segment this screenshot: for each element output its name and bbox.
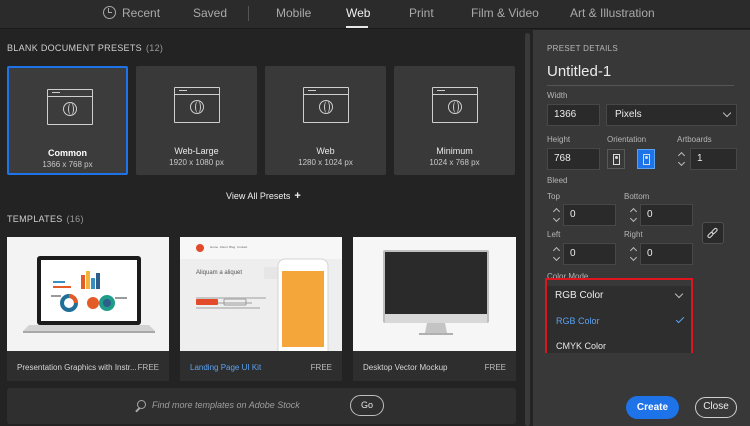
search-icon [137, 400, 146, 409]
active-tab-indicator [346, 26, 368, 28]
tab-saved[interactable]: Saved [193, 6, 227, 20]
preset-size: 1920 x 1080 px [169, 158, 224, 167]
orientation-label: Orientation [607, 135, 647, 144]
template-thumbnail [353, 237, 516, 351]
template-card-landing-page[interactable]: Home About Blog Contact Aliquam a alique… [180, 237, 342, 381]
free-badge: FREE [484, 363, 506, 372]
bleed-top-field[interactable]: 0 [563, 204, 616, 226]
clock-icon [103, 6, 116, 19]
landing-nav: Home About Blog Contact [210, 245, 248, 249]
laptop-presentation-image [7, 237, 169, 351]
bleed-right-label: Right [624, 230, 643, 239]
web-document-icon [47, 89, 93, 125]
template-card-desktop-mockup[interactable]: Desktop Vector Mockup FREE [353, 237, 516, 381]
units-dropdown[interactable]: Pixels [606, 104, 737, 126]
close-button[interactable]: Close [695, 397, 737, 418]
presets-scrollbar[interactable] [525, 33, 530, 426]
color-mode-option-cmyk[interactable]: CMYK Color [556, 341, 606, 351]
bleed-right-field[interactable]: 0 [640, 243, 693, 265]
document-name-field[interactable]: Untitled-1 [547, 63, 611, 80]
bleed-bottom-stepper[interactable] [629, 205, 638, 225]
preset-details-heading: PRESET DETAILS [547, 44, 619, 53]
checkmark-icon [675, 314, 685, 324]
landing-headline: Aliquam a aliquet [196, 270, 243, 276]
color-mode-option-rgb[interactable]: RGB Color [556, 316, 600, 326]
desktop-monitor-image [353, 237, 516, 351]
bleed-bottom-label: Bottom [624, 192, 650, 201]
width-field[interactable]: 1366 [547, 104, 600, 126]
portrait-icon [613, 154, 620, 165]
chevron-down-icon [722, 108, 732, 118]
tab-print[interactable]: Print [409, 6, 434, 20]
bleed-top-label: Top [547, 192, 560, 201]
template-name: Presentation Graphics with Instr... [17, 363, 137, 372]
preset-name: Web [316, 146, 335, 156]
height-field[interactable]: 768 [547, 148, 600, 170]
template-thumbnail: Home About Blog Contact Aliquam a alique… [180, 237, 342, 351]
bleed-left-stepper[interactable] [552, 244, 561, 264]
color-mode-menu: RGB Color CMYK Color [547, 303, 691, 353]
template-thumbnail [7, 237, 169, 351]
landscape-icon [643, 154, 650, 165]
plus-icon: + [294, 190, 301, 202]
document-name-underline [547, 85, 734, 86]
bleed-top-stepper[interactable] [552, 205, 561, 225]
template-name: Desktop Vector Mockup [363, 363, 448, 372]
height-label: Height [547, 135, 571, 144]
portrait-orientation-button[interactable] [607, 149, 625, 169]
category-tab-bar: Recent Saved Mobile Web Print Film & Vid… [0, 0, 750, 29]
web-document-icon [432, 87, 478, 123]
bleed-right-stepper[interactable] [629, 244, 638, 264]
web-document-icon [303, 87, 349, 123]
artboards-label: Artboards [677, 135, 712, 144]
tab-separator [248, 6, 249, 21]
preset-card-common[interactable]: Common 1366 x 768 px [7, 66, 128, 175]
bleed-left-label: Left [547, 230, 561, 239]
preset-name: Web-Large [174, 146, 219, 156]
preset-size: 1024 x 768 px [429, 158, 480, 167]
stock-search-input[interactable]: Find more templates on Adobe Stock [152, 400, 300, 410]
bleed-left-field[interactable]: 0 [563, 243, 616, 265]
tab-mobile[interactable]: Mobile [276, 6, 311, 20]
chevron-down-icon [674, 289, 684, 299]
free-badge: FREE [137, 363, 159, 372]
go-button[interactable]: Go [350, 395, 384, 416]
preset-card-web[interactable]: Web 1280 x 1024 px [265, 66, 386, 175]
tab-web[interactable]: Web [346, 6, 370, 20]
create-button[interactable]: Create [626, 396, 679, 419]
color-mode-value: RGB Color [555, 290, 604, 301]
landscape-orientation-button[interactable] [637, 149, 655, 169]
artboards-stepper[interactable] [677, 149, 686, 169]
template-card-presentation[interactable]: Presentation Graphics with Instr... FREE [7, 237, 169, 381]
preset-name: Minimum [436, 146, 473, 156]
preset-name: Common [48, 148, 87, 158]
preset-details-panel: PRESET DETAILS Untitled-1 Width 1366 Pix… [533, 30, 750, 426]
bleed-label: Bleed [547, 176, 568, 185]
units-value: Pixels [615, 109, 642, 120]
template-name: Landing Page UI Kit [190, 363, 262, 372]
tab-recent[interactable]: Recent [122, 6, 160, 20]
link-bleed-button[interactable] [702, 222, 724, 244]
tab-film-video[interactable]: Film & Video [471, 6, 539, 20]
free-badge: FREE [310, 363, 332, 372]
width-label: Width [547, 91, 568, 100]
artboards-field[interactable]: 1 [690, 148, 737, 170]
landing-page-image [180, 237, 342, 351]
adobe-stock-search-bar: Find more templates on Adobe Stock Go [7, 388, 516, 424]
preset-size: 1280 x 1024 px [298, 158, 353, 167]
preset-size: 1366 x 768 px [42, 160, 93, 169]
view-all-presets-link[interactable]: View All Presets + [226, 190, 301, 202]
bleed-bottom-field[interactable]: 0 [640, 204, 693, 226]
web-document-icon [174, 87, 220, 123]
tab-art-illustration[interactable]: Art & Illustration [570, 6, 655, 20]
templates-heading: TEMPLATES (16) [7, 214, 84, 224]
blank-presets-heading: BLANK DOCUMENT PRESETS (12) [7, 43, 164, 53]
preset-card-minimum[interactable]: Minimum 1024 x 768 px [394, 66, 515, 175]
preset-card-web-large[interactable]: Web-Large 1920 x 1080 px [136, 66, 257, 175]
